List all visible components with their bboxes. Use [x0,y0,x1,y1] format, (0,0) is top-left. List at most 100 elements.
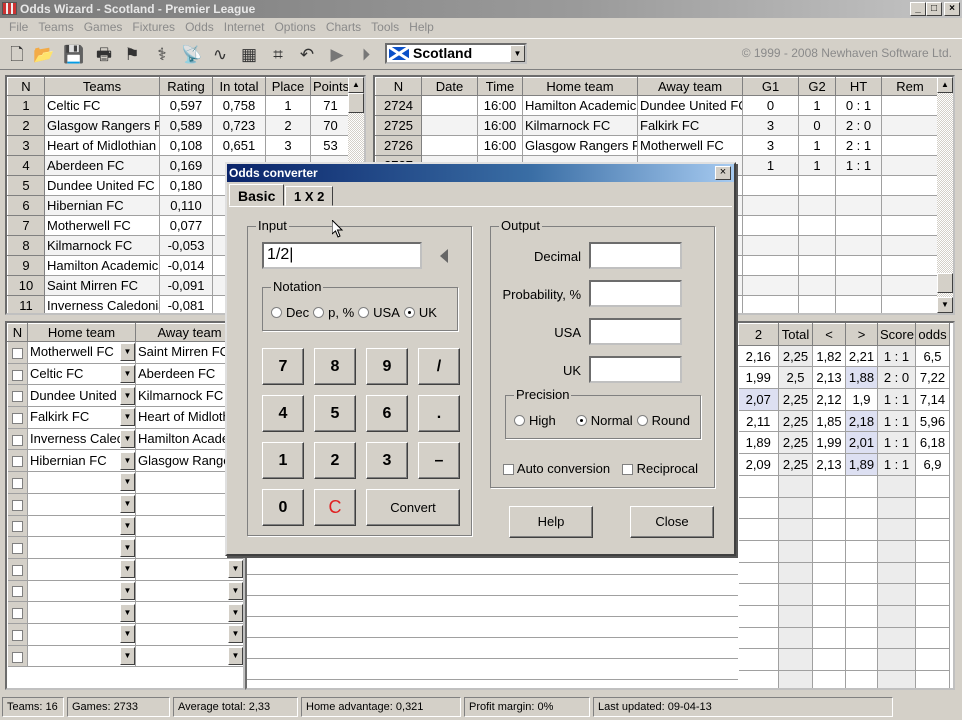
notation-radio-0[interactable]: Dec [271,305,309,320]
row-number[interactable]: 8 [7,235,45,256]
menu-games[interactable]: Games [79,18,128,37]
checkbox-icon[interactable] [11,369,23,381]
row-checkbox-cell[interactable] [7,471,28,494]
home-team-combo[interactable]: ▼ [28,559,135,580]
chevron-down-icon[interactable]: ▼ [120,386,135,405]
row-number[interactable]: 5 [7,175,45,196]
checkbox-icon[interactable] [11,347,23,359]
menu-teams[interactable]: Teams [33,18,78,37]
table-row[interactable]: 3 Heart of Midlothian F 0,108 0,651 3 53 [7,135,351,156]
home-team-combo[interactable]: ▼ [28,494,135,515]
home-team-cell[interactable]: ▼ [27,580,136,603]
calculator-icon[interactable]: ▦ [237,44,261,66]
key-7-button[interactable]: . [418,395,460,432]
row-number[interactable]: 6 [7,195,45,216]
notation-radio-2[interactable]: USA [358,305,400,320]
table-row[interactable] [738,648,950,671]
satellite-dish-icon[interactable]: 📡 [180,44,204,66]
row-number[interactable]: 4 [7,155,45,176]
help-button[interactable]: Help [509,506,593,538]
home-team-combo[interactable]: ▼ [28,624,135,645]
chevron-down-icon[interactable]: ▼ [120,560,135,579]
table-row[interactable]: Hibernian FC▼Glasgow Rangers▼ [7,449,243,473]
country-dropdown[interactable]: Scotland ▼ [385,43,527,64]
row-number[interactable]: 2725 [375,115,422,136]
row-checkbox-cell[interactable] [7,384,28,408]
table-row[interactable]: ▼▼ [7,493,243,516]
column-header[interactable]: Total [778,323,813,346]
chevron-down-icon[interactable]: ▼ [228,560,243,579]
home-team-cell[interactable]: Hibernian FC ▼ [27,449,136,473]
column-header[interactable]: HT [835,77,882,96]
row-checkbox-cell[interactable] [7,536,28,559]
away-team-cell[interactable]: ▼ [135,558,243,581]
checkbox-icon[interactable] [11,412,23,424]
away-team-combo[interactable]: ▼ [136,624,243,645]
chevron-down-icon[interactable]: ▼ [228,646,243,665]
reciprocal-checkbox[interactable]: Reciprocal [622,461,698,476]
key-clear-button[interactable]: C [314,489,356,526]
table-row[interactable]: 1,99 2,5 2,13 1,88 2 : 0 7,22 [738,366,950,390]
table-row[interactable]: 1 Celtic FC 0,597 0,758 1 71 [7,95,351,116]
column-header[interactable]: Home team [27,323,136,342]
minimize-button[interactable]: _ [910,2,926,16]
column-header[interactable]: Date [421,77,478,96]
table-row[interactable]: Celtic FC ▼Aberdeen FC▼ [7,363,243,386]
new-file-icon[interactable]: 🗋 [5,44,29,66]
save-icon[interactable]: 💾 [62,44,86,66]
checkbox-icon[interactable] [11,434,23,446]
table-row[interactable]: 2,07 2,25 2,12 1,9 1 : 1 7,14 [738,388,950,411]
chevron-down-icon[interactable]: ▼ [228,603,243,622]
chevron-down-icon[interactable]: ▼ [228,625,243,644]
home-team-combo[interactable]: ▼ [28,472,135,493]
chevron-down-icon[interactable]: ▼ [120,581,135,600]
key-1-button[interactable]: 8 [314,348,356,385]
key-9-button[interactable]: 2 [314,442,356,479]
row-checkbox-cell[interactable] [7,493,28,516]
home-team-cell[interactable]: ▼ [27,471,136,494]
home-team-cell[interactable]: ▼ [27,601,136,624]
key-8-button[interactable]: 1 [262,442,304,479]
checkbox-icon[interactable] [11,651,23,663]
home-team-cell[interactable]: ▼ [27,515,136,538]
checkbox-icon[interactable] [11,478,23,490]
table-row[interactable]: 2 Glasgow Rangers F 0,589 0,723 2 70 [7,115,351,136]
table-row[interactable] [738,497,950,520]
results-scrollbar[interactable]: ▲ ▼ [937,77,953,313]
away-team-cell[interactable]: ▼ [135,580,243,603]
home-team-cell[interactable]: Inverness Caledonian▼ [27,428,136,451]
table-row[interactable]: 1,89 2,25 1,99 2,01 1 : 1 6,18 [738,431,950,455]
column-header[interactable]: > [845,323,878,346]
key-4-button[interactable]: 4 [262,395,304,432]
home-team-cell[interactable]: Falkirk FC ▼ [27,406,136,429]
row-checkbox-cell[interactable] [7,341,28,364]
chevron-down-icon[interactable]: ▼ [120,451,135,470]
home-team-combo[interactable]: Falkirk FC ▼ [28,407,135,428]
chevron-down-icon[interactable]: ▼ [120,495,135,514]
home-team-combo[interactable]: Dundee United ▼ [28,385,135,406]
chart-curve-icon[interactable]: ∿ [208,44,232,66]
table-row[interactable]: ▼▼ [7,536,243,559]
home-team-cell[interactable]: ▼ [27,645,136,668]
table-row[interactable] [738,518,950,541]
maximize-button[interactable]: □ [926,2,942,16]
row-number[interactable]: 11 [7,295,45,313]
column-header[interactable]: Away team [637,77,743,96]
key-6-button[interactable]: 6 [366,395,408,432]
column-header[interactable]: G2 [798,77,836,96]
home-team-combo[interactable]: Hibernian FC ▼ [28,450,135,471]
home-team-combo[interactable]: ▼ [28,537,135,558]
home-team-cell[interactable]: Celtic FC ▼ [27,363,136,386]
checkbox-icon[interactable] [11,456,23,468]
row-number[interactable]: 2724 [375,95,422,116]
row-checkbox-cell[interactable] [7,428,28,451]
checkbox-icon[interactable] [11,521,23,533]
row-checkbox-cell[interactable] [7,601,28,624]
undo-icon[interactable]: ↶ [295,44,319,66]
table-row[interactable]: Dundee United▼Kilmarnock FC▼ [7,384,243,408]
column-header[interactable]: Points [310,77,351,96]
chevron-down-icon[interactable]: ▼ [120,646,135,665]
column-header[interactable]: Place [265,77,311,96]
row-number[interactable]: 9 [7,255,45,276]
table-row[interactable]: 2724 16:00 Hamilton Academic Dundee United … [375,95,939,116]
